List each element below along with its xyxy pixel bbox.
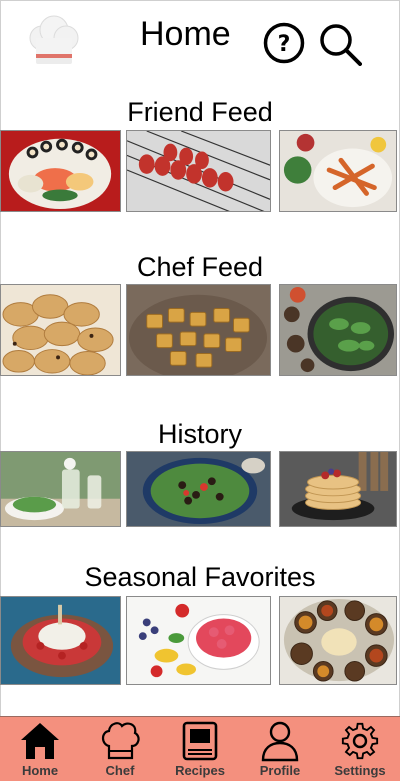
vegetable-dish-image[interactable]: [279, 130, 397, 212]
section-title: Chef Feed: [136, 252, 264, 282]
help-button[interactable]: ?: [263, 22, 305, 64]
gear-icon: [341, 722, 379, 760]
section-title: Seasonal Favorites: [84, 562, 316, 592]
nav-home[interactable]: Home: [0, 717, 80, 781]
nav-chef[interactable]: Chef: [80, 717, 160, 781]
sushi-platter-image[interactable]: [0, 130, 121, 212]
recipe-book-icon: [182, 721, 218, 761]
user-icon: [261, 721, 299, 762]
nav-label: Chef: [105, 763, 135, 778]
fruit-bowl-image[interactable]: [126, 596, 271, 685]
house-icon: [21, 723, 59, 759]
nav-label: Settings: [334, 763, 386, 778]
salad-plate-image[interactable]: [126, 451, 271, 527]
croutons-image[interactable]: [126, 284, 271, 376]
search-icon: [320, 24, 362, 66]
svg-text:?: ?: [278, 32, 291, 57]
indian-thali-image[interactable]: [279, 596, 397, 685]
chef-hat-icon: [101, 722, 140, 760]
cookies-image[interactable]: [0, 284, 121, 376]
nav-profile[interactable]: Profile: [240, 717, 320, 781]
salad-bowl-image[interactable]: [279, 284, 397, 376]
help-icon: ?: [263, 22, 305, 64]
section-title: History: [157, 419, 242, 449]
tart-image[interactable]: [0, 596, 121, 685]
header: Home ?: [0, 0, 400, 80]
search-button[interactable]: [318, 22, 362, 66]
grilled-skewers-image[interactable]: [126, 130, 271, 212]
nav-label: Profile: [259, 763, 301, 778]
chef-hat-logo-icon: [26, 14, 82, 68]
salad-drinks-image[interactable]: [0, 451, 121, 527]
nav-recipes[interactable]: Recipes: [160, 717, 240, 781]
nav-settings[interactable]: Settings: [320, 717, 400, 781]
page-title: Home: [140, 15, 231, 53]
section-title: Friend Feed: [127, 97, 273, 127]
pancakes-image[interactable]: [279, 451, 397, 527]
nav-label: Recipes: [175, 763, 225, 778]
nav-label: Home: [21, 763, 59, 778]
bottom-navigation: Home Chef Recipes Profile Settings: [0, 716, 400, 781]
